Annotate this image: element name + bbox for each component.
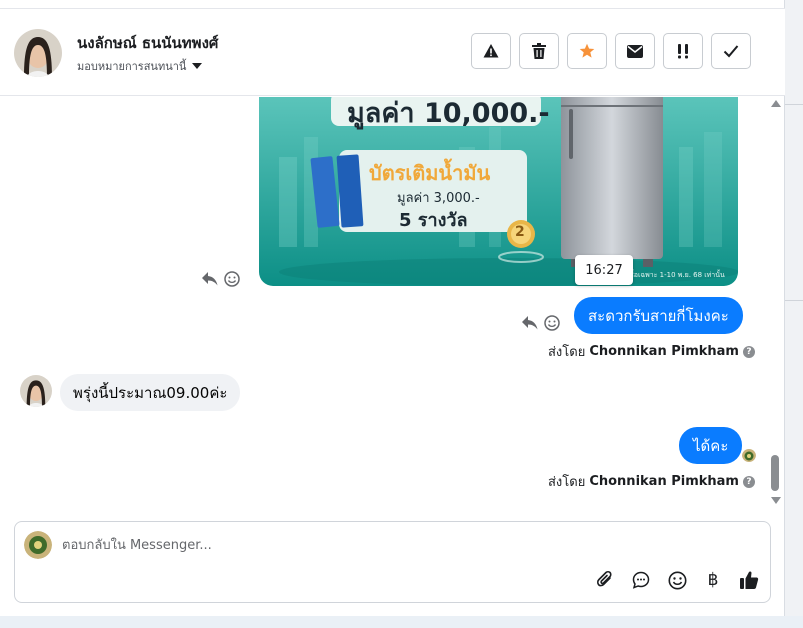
payment-button[interactable]: ฿ <box>702 569 724 591</box>
composer-tools: ฿ <box>594 569 760 591</box>
help-icon[interactable]: ? <box>742 475 755 488</box>
smiley-icon <box>668 571 686 589</box>
reply-input[interactable] <box>62 534 752 556</box>
report-spam-button[interactable] <box>471 33 511 69</box>
double-exclamation-icon <box>678 44 688 59</box>
paperclip-icon <box>597 570 612 587</box>
contact-name: นงลักษณ์ ธนนันทพงศ์ <box>77 34 219 52</box>
seen-indicator-avatar <box>742 448 756 462</box>
contact-avatar[interactable] <box>14 29 62 77</box>
message-thread: มูลค่า 10,000.- บัตรเติมน้ำมัน มูลค่า 3,… <box>0 97 785 519</box>
thumbs-up-icon <box>740 571 759 589</box>
promo-image[interactable]: มูลค่า 10,000.- บัตรเติมน้ำมัน มูลค่า 3,… <box>259 97 738 286</box>
star-button[interactable] <box>567 33 607 69</box>
sent-by-label: ส่งโดย Chonnikan Pimkham ? <box>548 471 755 492</box>
conversation-header: นงลักษณ์ ธนนันทพงศ์ มอบหมายการสนทนานี้ <box>0 8 785 96</box>
contact-avatar-small <box>20 375 52 407</box>
message-1-actions <box>522 315 560 331</box>
incoming-message[interactable]: พรุ่งนี้ประมาณ09.00ค่ะ <box>60 374 241 411</box>
help-icon[interactable]: ? <box>742 345 755 358</box>
sender-name: Chonnikan Pimkham <box>589 344 739 359</box>
reply-composer: ฿ <box>14 521 771 603</box>
trash-icon <box>532 43 546 59</box>
scrollbar-thumb[interactable] <box>771 455 779 491</box>
outgoing-message[interactable]: สะดวกรับสายกี่โมงคะ <box>574 297 743 334</box>
envelope-icon <box>627 44 643 58</box>
promo-message-actions <box>202 271 240 287</box>
like-button[interactable] <box>738 569 760 591</box>
promo-value-text: มูลค่า 10,000.- <box>347 98 550 129</box>
emoji-react-icon[interactable] <box>544 315 560 331</box>
assign-label: มอบหมายการสนทนานี้ <box>77 60 187 73</box>
promo-prize-count: 5 รางวัล <box>399 210 468 231</box>
conversation-panel: นงลักษณ์ ธนนันทพงศ์ มอบหมายการสนทนานี้ ม… <box>0 0 785 616</box>
reply-icon[interactable] <box>522 316 538 330</box>
mark-done-button[interactable] <box>711 33 751 69</box>
header-actions <box>471 33 751 69</box>
saved-replies-button[interactable] <box>630 569 652 591</box>
mark-unread-button[interactable] <box>615 33 655 69</box>
emoji-button[interactable] <box>666 569 688 591</box>
sent-by-label: ส่งโดย Chonnikan Pimkham ? <box>548 341 755 362</box>
warning-icon <box>483 44 499 58</box>
attach-button[interactable] <box>594 569 616 591</box>
baht-icon: ฿ <box>707 570 719 590</box>
outgoing-message[interactable]: ได้คะ <box>679 427 743 464</box>
right-side-strip <box>785 0 803 628</box>
star-icon <box>579 43 595 58</box>
checkmark-icon <box>723 45 739 58</box>
reply-icon[interactable] <box>202 272 218 286</box>
timestamp-tooltip: 16:27 <box>575 255 633 285</box>
delete-button[interactable] <box>519 33 559 69</box>
assign-conversation-dropdown[interactable]: มอบหมายการสนทนานี้ <box>77 57 203 75</box>
page-avatar <box>24 531 52 559</box>
sender-name: Chonnikan Pimkham <box>589 474 739 489</box>
thread-scrollbar[interactable] <box>769 97 783 519</box>
emoji-react-icon[interactable] <box>224 271 240 287</box>
chat-bubble-icon <box>632 571 650 589</box>
sent-by-prefix: ส่งโดย <box>548 345 586 360</box>
promo-badge-number: 2 <box>515 224 525 240</box>
caret-down-icon <box>192 63 203 69</box>
promo-fine-print: ซื้อเฉพาะ 1-10 พ.ย. 68 เท่านั้น <box>629 271 725 279</box>
scroll-down-arrow-icon[interactable] <box>771 497 781 504</box>
promo-fuel-title: บัตรเติมน้ำมัน <box>369 161 491 185</box>
scroll-up-arrow-icon[interactable] <box>771 100 781 107</box>
follow-up-button[interactable] <box>663 33 703 69</box>
sent-by-prefix: ส่งโดย <box>548 475 586 490</box>
bottom-strip <box>0 616 803 628</box>
